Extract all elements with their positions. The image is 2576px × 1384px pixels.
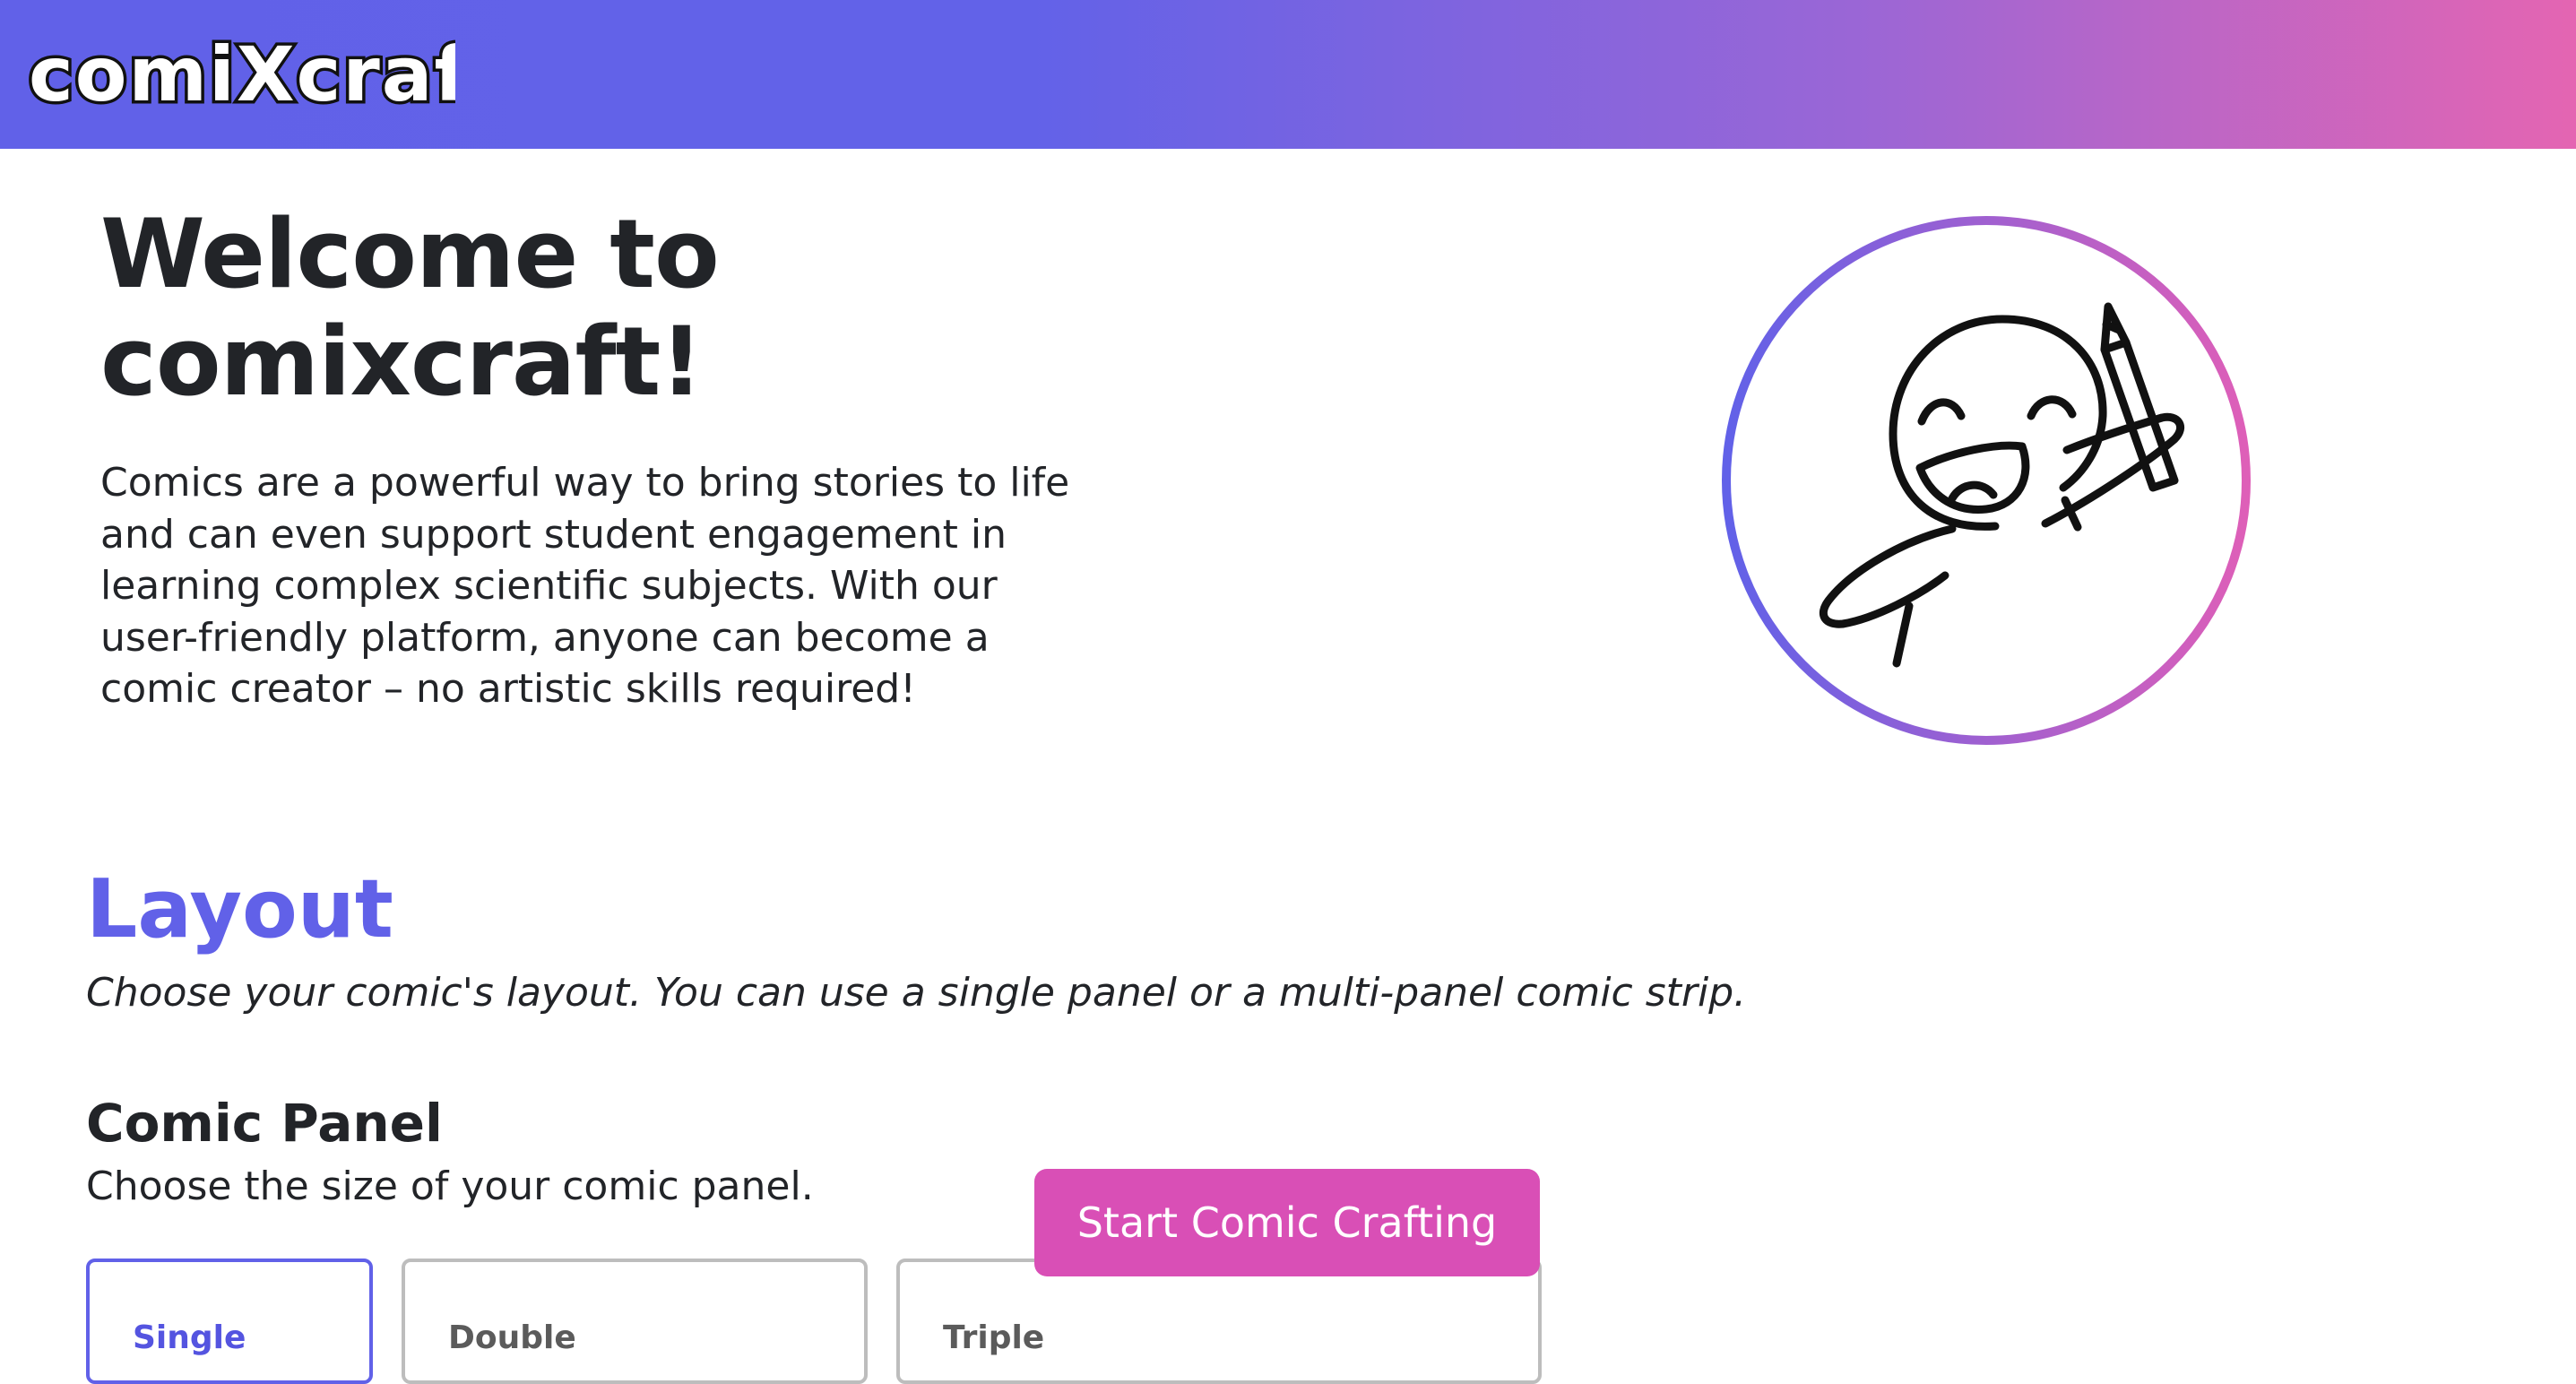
panel-option-label: Double — [448, 1319, 576, 1356]
comic-panel-description: Choose the size of your comic panel. — [86, 1163, 814, 1209]
logo-text: comiXcraft — [29, 30, 455, 118]
page-title: Welcome to comixcraft! — [100, 199, 720, 417]
mascot-illustration — [1722, 216, 2251, 745]
panel-option-single[interactable]: Single — [86, 1259, 373, 1384]
panel-option-double[interactable]: Double — [402, 1259, 868, 1384]
layout-heading: Layout — [86, 862, 393, 956]
panel-option-label: Triple — [943, 1319, 1045, 1356]
top-header: comiXcraft — [0, 0, 2576, 149]
comixcraft-logo[interactable]: comiXcraft — [25, 18, 456, 125]
panel-option-triple[interactable]: Triple — [896, 1259, 1542, 1384]
comic-panel-heading: Comic Panel — [86, 1093, 443, 1154]
layout-description: Choose your comic's layout. You can use … — [86, 970, 1747, 1016]
start-comic-crafting-button[interactable]: Start Comic Crafting — [1034, 1169, 1540, 1276]
hero-description: Comics are a powerful way to bring stori… — [100, 460, 1070, 712]
panel-option-label: Single — [133, 1319, 246, 1356]
